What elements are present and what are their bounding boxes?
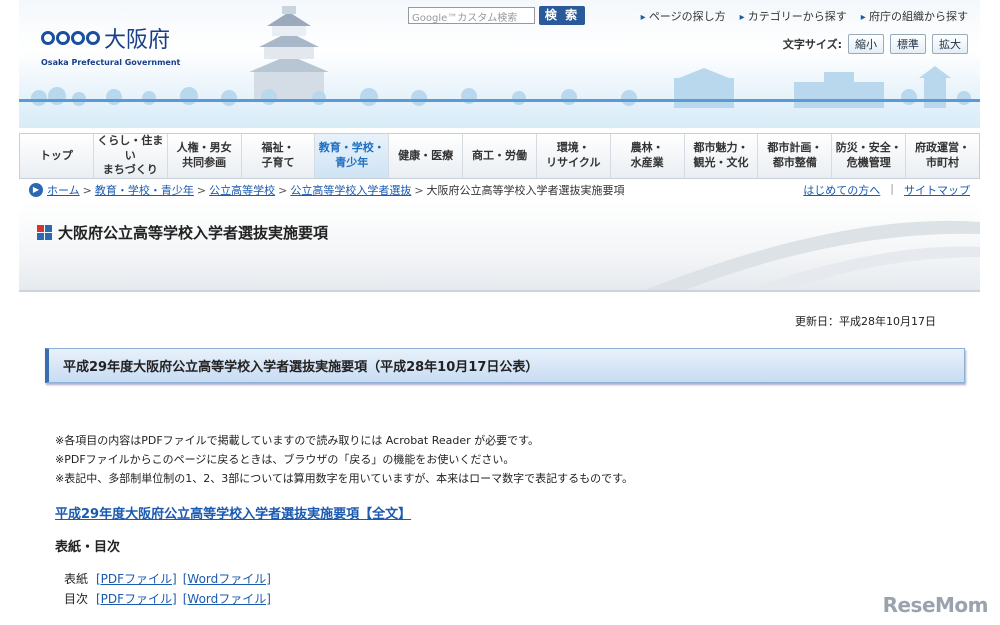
pdf-link[interactable]: [PDFファイル]	[96, 589, 177, 609]
nav-item-education[interactable]: 教育・学校・ 青少年	[315, 134, 390, 178]
file-label: 目次	[64, 592, 89, 606]
logo-text: 大阪府	[104, 28, 171, 53]
note-line: ※表記中、多部制単位制の1、2、3部については算用数字を用いていますが、本来はロ…	[55, 472, 634, 485]
breadcrumb-admission[interactable]: 公立高等学校入学者選抜	[290, 182, 411, 198]
nav-item-human-rights[interactable]: 人権・男女 共同参画	[168, 134, 242, 178]
utility-divider: |	[890, 182, 894, 195]
sub-heading: 表紙・目次	[55, 540, 121, 555]
utility-links: はじめての方へ | サイトマップ	[803, 182, 970, 198]
word-link[interactable]: [Wordファイル]	[183, 589, 271, 609]
updated-date: 更新日：平成28年10月17日	[795, 315, 936, 328]
resemom-watermark: ReseMom	[882, 593, 989, 617]
nav-item-administration[interactable]: 府政運営・ 市町村	[906, 134, 979, 178]
nav-item-urban-planning[interactable]: 都市計画・ 都市整備	[758, 134, 833, 178]
banner-decoration	[645, 220, 980, 290]
file-label: 表紙	[64, 572, 89, 586]
top-links: ページの探し方 カテゴリーから探す 府庁の組織から探す	[641, 8, 968, 24]
breadcrumb-separator: >	[414, 183, 424, 197]
file-row: 目次 [PDFファイル] [Wordファイル]	[64, 589, 271, 609]
header-divider	[19, 99, 980, 102]
sitemap-link[interactable]: サイトマップ	[904, 182, 970, 198]
search-button[interactable]: 検 索	[539, 6, 585, 25]
page-title-wrap: 大阪府公立高等学校入学者選抜実施要項	[37, 222, 328, 243]
breadcrumb-separator: >	[82, 183, 92, 197]
nav-item-living[interactable]: くらし・住まい まちづくり	[94, 134, 168, 178]
city-skyline-illustration	[31, 66, 971, 108]
font-size-large-button[interactable]: 拡大	[932, 34, 968, 54]
breadcrumb-education[interactable]: 教育・学校・青少年	[95, 182, 194, 198]
osaka-emblem-icon	[41, 31, 100, 45]
breadcrumb-separator: >	[196, 183, 207, 197]
nav-item-top[interactable]: トップ	[20, 134, 94, 178]
note-line: ※PDFファイルからこのページに戻るときは、ブラウザの「戻る」の機能をお使いくだ…	[55, 453, 515, 466]
top-link-organization[interactable]: 府庁の組織から探す	[861, 8, 968, 24]
font-size-label: 文字サイズ:	[782, 38, 842, 51]
font-size-normal-button[interactable]: 標準	[890, 34, 926, 54]
notes: ※各項目の内容はPDFファイルで掲載していますので読み取りには Acrobat …	[55, 431, 633, 488]
nav-item-agriculture[interactable]: 農林・ 水産業	[611, 134, 685, 178]
page-title: 大阪府公立高等学校入学者選抜実施要項	[58, 224, 329, 242]
section-heading: 平成29年度大阪府公立高等学校入学者選抜実施要項（平成28年10月17日公表）	[45, 348, 965, 383]
pdf-link[interactable]: [PDFファイル]	[96, 569, 177, 589]
file-list: 表紙 [PDFファイル] [Wordファイル] 目次 [PDFファイル] [Wo…	[64, 569, 271, 609]
nav-item-tourism[interactable]: 都市魅力・ 観光・文化	[685, 134, 759, 178]
nav-item-environment[interactable]: 環境・ リサイクル	[537, 134, 611, 178]
note-line: ※各項目の内容はPDFファイルで掲載していますので読み取りには Acrobat …	[55, 434, 540, 447]
site-header: 大阪府 Osaka Prefectural Government Google™…	[19, 0, 980, 128]
arrow-right-icon: ▶	[29, 183, 43, 197]
breadcrumb-public-high-school[interactable]: 公立高等学校	[209, 182, 275, 198]
breadcrumb-home[interactable]: ホーム	[47, 182, 80, 198]
nav-item-commerce[interactable]: 商工・労働	[463, 134, 537, 178]
nav-item-health[interactable]: 健康・医療	[389, 134, 464, 178]
top-link-how-to-find[interactable]: ページの探し方	[641, 8, 726, 24]
breadcrumb: ▶ ホーム > 教育・学校・青少年 > 公立高等学校 > 公立高等学校入学者選抜…	[19, 180, 980, 200]
full-text-link[interactable]: 平成29年度大阪府公立高等学校入学者選抜実施要項【全文】	[55, 503, 411, 522]
breadcrumb-separator: >	[278, 183, 288, 197]
title-squares-icon	[37, 225, 52, 240]
word-link[interactable]: [Wordファイル]	[183, 569, 271, 589]
search-input[interactable]: Google™カスタム検索	[408, 7, 535, 24]
font-size-small-button[interactable]: 縮小	[848, 34, 884, 54]
nav-item-disaster[interactable]: 防災・安全・ 危機管理	[832, 134, 907, 178]
breadcrumb-current: 大阪府公立高等学校入学者選抜実施要項	[426, 184, 625, 197]
font-size-controls: 文字サイズ: 縮小 標準 拡大	[783, 34, 968, 54]
top-link-category[interactable]: カテゴリーから探す	[740, 8, 847, 24]
global-nav: トップ くらし・住まい まちづくり 人権・男女 共同参画 福祉・ 子育て 教育・…	[19, 133, 980, 179]
nav-item-welfare[interactable]: 福祉・ 子育て	[242, 134, 316, 178]
site-logo[interactable]: 大阪府	[41, 22, 170, 54]
title-banner: 大阪府公立高等学校入学者選抜実施要項	[19, 202, 980, 292]
file-row: 表紙 [PDFファイル] [Wordファイル]	[64, 569, 271, 589]
first-time-link[interactable]: はじめての方へ	[803, 182, 880, 198]
